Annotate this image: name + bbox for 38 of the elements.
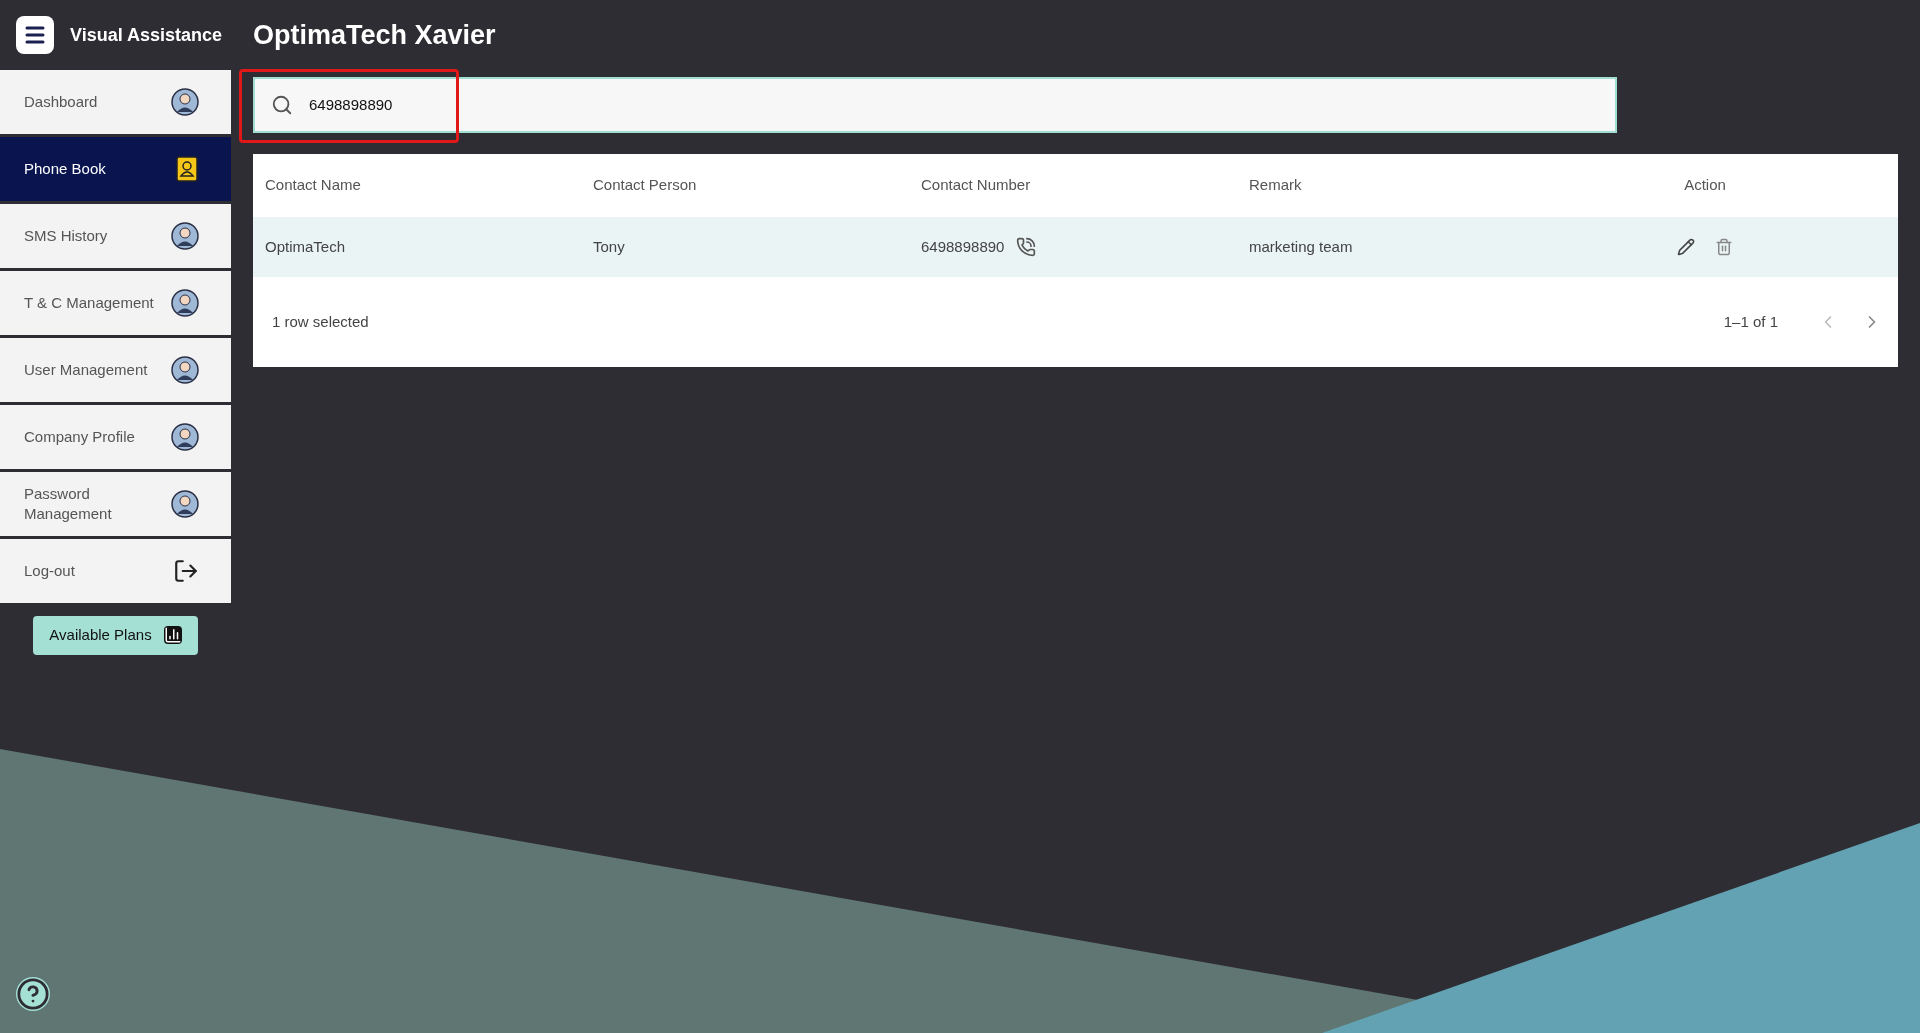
sidebar-item[interactable]: Dashboard	[0, 70, 231, 134]
edit-icon[interactable]	[1677, 238, 1695, 256]
search-icon	[271, 94, 293, 116]
column-header: Contact Number	[920, 175, 1032, 196]
avatar-icon	[171, 490, 199, 518]
avatar-icon	[171, 88, 199, 116]
search-field[interactable]: 6498898890	[253, 77, 1617, 133]
column-header: Contact Person	[592, 175, 698, 196]
available-plans-button[interactable]: Available Plans	[33, 616, 198, 655]
contact-book-icon	[175, 156, 199, 182]
avatar-icon	[171, 423, 199, 451]
table-cell-text: 6498898890	[921, 236, 1005, 257]
chart-icon	[163, 626, 182, 645]
table-cell-text: marketing team	[1249, 236, 1353, 257]
selection-count: 1 row selected	[272, 311, 369, 332]
app-name: Visual Assistance	[70, 23, 224, 47]
sidebar-item[interactable]: Log-out	[0, 539, 231, 603]
table-row[interactable]: OptimaTech Tony 6498898890 marketing team	[253, 217, 1898, 277]
menu-button[interactable]	[16, 16, 54, 54]
page-title: OptimaTech Xavier	[253, 18, 496, 52]
logout-icon	[173, 558, 199, 584]
sidebar-item[interactable]: Phone Book	[0, 137, 231, 201]
column-header: Remark	[1248, 175, 1303, 196]
sidebar-item[interactable]: T & C Management	[0, 271, 231, 335]
delete-icon[interactable]	[1715, 238, 1733, 256]
table-cell-text: OptimaTech	[265, 236, 346, 257]
sidebar-item[interactable]: SMS History	[0, 204, 231, 268]
avatar-icon	[171, 356, 199, 384]
table-cell-text: Tony	[593, 236, 625, 257]
avatar-icon	[171, 222, 199, 250]
sidebar-item[interactable]: User Management	[0, 338, 231, 402]
pagination-range: 1–1 of 1	[1723, 311, 1778, 332]
avatar-icon	[171, 289, 199, 317]
sidebar-item[interactable]: Password Management	[0, 472, 231, 536]
sidebar-item[interactable]: Company Profile	[0, 405, 231, 469]
column-header: Action	[1683, 175, 1727, 196]
column-header: Contact Name	[264, 175, 362, 196]
phone-icon[interactable]	[1016, 237, 1037, 257]
